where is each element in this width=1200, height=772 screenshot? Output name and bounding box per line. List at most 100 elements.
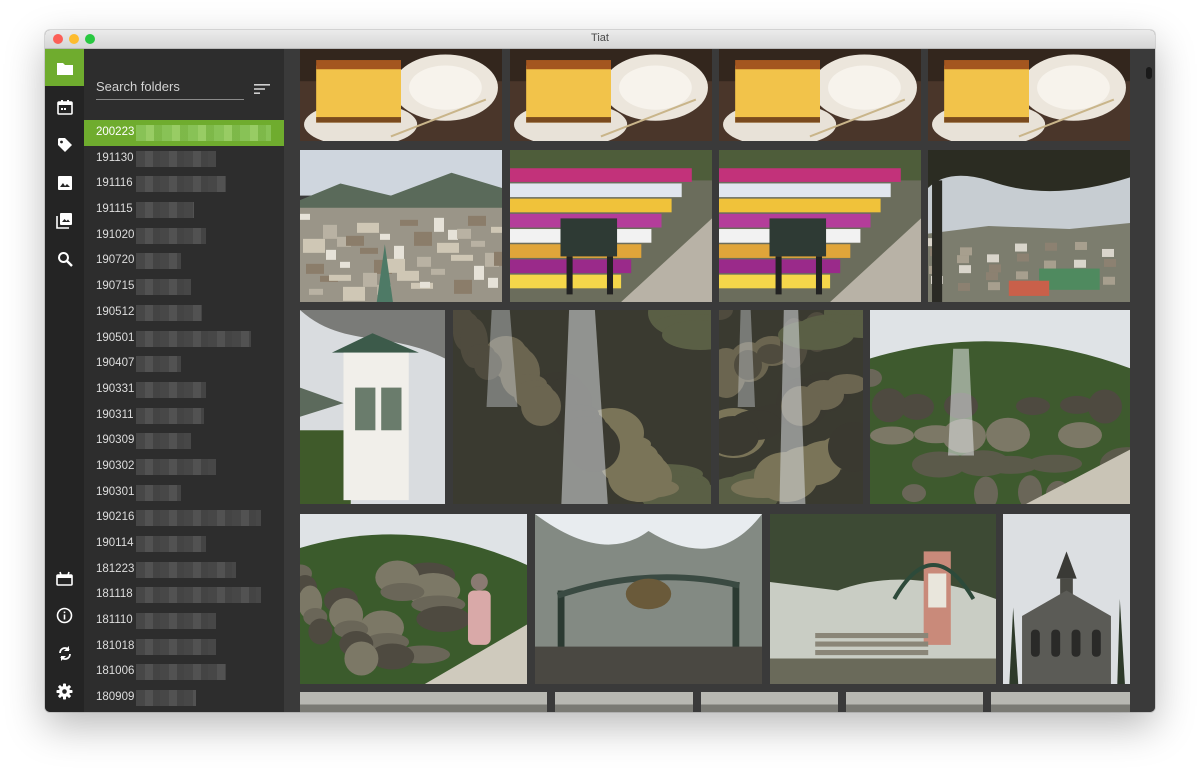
search-icon bbox=[57, 251, 73, 267]
nav-images-button[interactable] bbox=[45, 164, 84, 201]
folder-item[interactable]: 190311 bbox=[84, 403, 284, 429]
folder-name-redacted bbox=[136, 407, 204, 424]
folder-label: 190309 bbox=[96, 434, 135, 447]
folder-name-redacted bbox=[136, 227, 206, 244]
folder-item[interactable]: 181118 bbox=[84, 582, 284, 608]
nav-search-button[interactable] bbox=[45, 240, 84, 277]
folder-item[interactable]: 190302 bbox=[84, 454, 284, 480]
folder-name-redacted bbox=[136, 125, 271, 141]
photo-thumbnail-flower-garden-bench[interactable] bbox=[719, 150, 921, 302]
folder-name-redacted bbox=[136, 690, 196, 707]
icon-sidebar bbox=[45, 49, 84, 712]
folder-item[interactable]: 190407 bbox=[84, 351, 284, 377]
photo-thumbnail-waterfall-rocks[interactable] bbox=[719, 310, 863, 504]
folder-item[interactable]: 181018 bbox=[84, 634, 284, 660]
search-folders-input[interactable]: Search folders bbox=[96, 79, 244, 100]
folder-item[interactable]: 190331 bbox=[84, 377, 284, 403]
folder-label: 190302 bbox=[96, 459, 135, 472]
photo-thumbnail-flower-garden-bench[interactable] bbox=[510, 150, 712, 302]
folder-label: 191115 bbox=[96, 203, 133, 216]
folder-label: 191130 bbox=[96, 151, 134, 164]
folder-name-redacted bbox=[136, 150, 216, 167]
nav-folders-button[interactable] bbox=[45, 49, 84, 86]
folder-item[interactable]: 181110 bbox=[84, 608, 284, 634]
folder-item[interactable]: 190512 bbox=[84, 300, 284, 326]
photo-thumbnail-partial[interactable] bbox=[846, 692, 983, 712]
folder-label: 190216 bbox=[96, 511, 135, 524]
photo-gallery bbox=[284, 49, 1155, 712]
app-window: Tiat Search folders 200223 191130 191116… bbox=[45, 30, 1155, 712]
photo-thumbnail-garden-waterfall-person[interactable] bbox=[300, 514, 527, 684]
folder-list: 200223 191130 191116 191115 191020 190720 1907… bbox=[84, 120, 284, 711]
folder-label: 190715 bbox=[96, 280, 135, 293]
photo-thumbnail-castella-cake[interactable] bbox=[510, 49, 712, 141]
nav-calendar-button[interactable] bbox=[45, 88, 84, 125]
gallery-scrollbar[interactable] bbox=[1146, 67, 1152, 79]
photo-thumbnail-partial[interactable] bbox=[701, 692, 838, 712]
folder-name-redacted bbox=[136, 484, 181, 501]
folder-label: 180909 bbox=[96, 691, 135, 704]
photo-thumbnail-partial[interactable] bbox=[991, 692, 1130, 712]
folder-item[interactable]: 200223 bbox=[84, 120, 284, 146]
folder-name-redacted bbox=[136, 613, 216, 630]
nav-tags-button[interactable] bbox=[45, 126, 84, 163]
folder-name-redacted bbox=[136, 587, 261, 604]
folder-icon bbox=[56, 62, 73, 75]
folder-label: 191116 bbox=[96, 177, 133, 190]
folder-item[interactable]: 190501 bbox=[84, 326, 284, 352]
folder-item[interactable]: 190216 bbox=[84, 505, 284, 531]
nav-sync-button[interactable] bbox=[45, 635, 84, 672]
folder-name-redacted bbox=[136, 561, 236, 578]
photo-thumbnail-white-booth[interactable] bbox=[300, 310, 445, 504]
folder-item[interactable]: 190301 bbox=[84, 480, 284, 506]
photo-thumbnail-castella-cake[interactable] bbox=[928, 49, 1130, 141]
folder-name-redacted bbox=[136, 279, 191, 296]
nav-info-button[interactable] bbox=[45, 597, 84, 634]
folder-item[interactable]: 190309 bbox=[84, 428, 284, 454]
sort-icon[interactable] bbox=[254, 83, 270, 95]
folder-label: 190311 bbox=[96, 408, 134, 421]
folder-item[interactable]: 191116 bbox=[84, 171, 284, 197]
folder-name-redacted bbox=[136, 381, 206, 398]
folder-label: 190501 bbox=[96, 331, 135, 344]
folder-label: 200223 bbox=[96, 126, 135, 138]
photo-thumbnail-glover-garden-gate[interactable] bbox=[535, 514, 762, 684]
photo-thumbnail-partial[interactable] bbox=[300, 692, 547, 712]
settings-icon bbox=[56, 683, 73, 700]
folder-label: 181018 bbox=[96, 639, 135, 652]
folder-item[interactable]: 181223 bbox=[84, 557, 284, 583]
photo-thumbnail-castella-cake[interactable] bbox=[300, 49, 502, 141]
calendar-icon bbox=[56, 99, 73, 115]
folder-item[interactable]: 190715 bbox=[84, 274, 284, 300]
photo-thumbnail-garden-waterfall[interactable] bbox=[870, 310, 1130, 504]
folder-name-redacted bbox=[136, 304, 202, 321]
photo-thumbnail-garden-monument[interactable] bbox=[770, 514, 996, 684]
nav-package-button[interactable] bbox=[45, 559, 84, 596]
folder-item[interactable]: 190720 bbox=[84, 248, 284, 274]
window-title: Tiat bbox=[591, 32, 609, 44]
folder-label: 181118 bbox=[96, 588, 133, 601]
folder-label: 181006 bbox=[96, 665, 135, 678]
folder-name-redacted bbox=[136, 536, 206, 552]
photo-thumbnail-tree-city-view[interactable] bbox=[928, 150, 1130, 302]
title-bar: Tiat bbox=[45, 30, 1155, 49]
folder-item[interactable]: 191115 bbox=[84, 197, 284, 223]
folder-name-redacted bbox=[136, 458, 216, 475]
folder-label: 190114 bbox=[96, 537, 134, 549]
nav-albums-button[interactable] bbox=[45, 202, 84, 239]
folder-label: 190720 bbox=[96, 254, 135, 267]
folder-label: 190407 bbox=[96, 357, 135, 370]
folder-item[interactable]: 180909 bbox=[84, 685, 284, 711]
image-icon bbox=[57, 175, 72, 190]
photo-thumbnail-partial[interactable] bbox=[555, 692, 693, 712]
photo-thumbnail-waterfall-rocks[interactable] bbox=[453, 310, 711, 504]
folder-item[interactable]: 190114 bbox=[84, 531, 284, 557]
photo-thumbnail-church[interactable] bbox=[1003, 514, 1130, 684]
photo-thumbnail-castella-cake[interactable] bbox=[719, 49, 921, 141]
photo-thumbnail-city-view[interactable] bbox=[300, 150, 502, 302]
folder-item[interactable]: 191130 bbox=[84, 146, 284, 172]
package-icon bbox=[56, 571, 73, 586]
nav-settings-button[interactable] bbox=[45, 673, 84, 710]
folder-item[interactable]: 191020 bbox=[84, 223, 284, 249]
folder-item[interactable]: 181006 bbox=[84, 659, 284, 685]
